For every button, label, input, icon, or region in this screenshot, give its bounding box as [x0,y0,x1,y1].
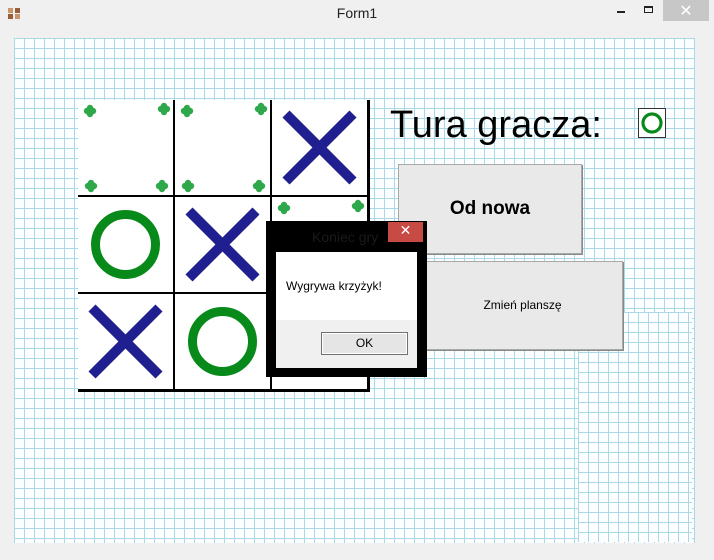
board-cell[interactable] [175,100,270,195]
form1-window: Form1 ✕ Tura gracza: Od nowa Zmień plans… [0,0,714,560]
empty-cell-decoration [180,102,268,193]
board-cell[interactable] [175,197,270,292]
clover-icon [254,102,268,116]
board-cell[interactable] [78,294,173,389]
clover-icon [157,102,171,116]
o-mark-icon [188,307,257,376]
dialog-footer: OK [276,320,417,368]
dialog-close-glyph: ✕ [399,223,412,239]
board-cell[interactable] [78,197,173,292]
empty-cell-decoration [83,102,171,193]
board-cell[interactable] [175,294,270,389]
turn-label: Tura gracza: [390,104,602,146]
clover-icon [252,179,266,193]
x-mark-icon [185,207,260,282]
board-cell[interactable] [272,100,367,195]
ok-button[interactable]: OK [321,332,408,355]
clover-icon [155,179,169,193]
clover-icon [84,179,98,193]
clover-icon [351,199,365,213]
current-player-indicator [638,108,666,138]
change-board-button[interactable]: Zmień planszę [422,261,623,350]
message-dialog: Koniec gry ✕ Wygrywa krzyżyk! OK [266,221,427,377]
clover-icon [180,104,194,118]
dialog-body: Wygrywa krzyżyk! [276,252,417,320]
clover-icon [277,201,291,215]
minimize-icon[interactable] [607,0,635,22]
x-mark-icon [88,304,163,379]
o-mark-icon [91,210,160,279]
title-bar[interactable]: Form1 ✕ [0,0,714,29]
maximize-icon[interactable] [635,0,663,22]
clover-icon [181,179,195,193]
dialog-title: Koniec gry [312,229,379,245]
board-cell[interactable] [78,100,173,195]
dialog-title-bar[interactable]: Koniec gry ✕ [266,221,427,251]
dialog-message: Wygrywa krzyżyk! [286,279,382,293]
o-icon [641,112,663,134]
dialog-close-icon[interactable]: ✕ [388,222,423,242]
x-mark-icon [282,110,357,185]
close-glyph: ✕ [679,1,693,20]
close-icon[interactable]: ✕ [663,0,709,21]
clover-icon [83,104,97,118]
